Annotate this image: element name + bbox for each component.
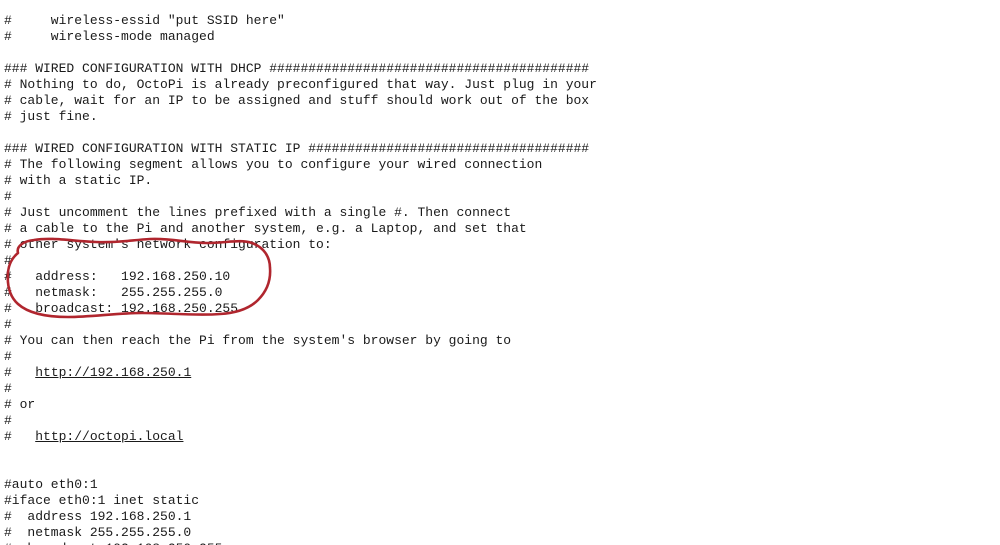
code-line: ### WIRED CONFIGURATION WITH DHCP ######… (4, 61, 590, 76)
code-line: # Nothing to do, OctoPi is already preco… (4, 77, 597, 92)
code-line: # other system's network configuration t… (4, 237, 332, 252)
code-line: # You can then reach the Pi from the sys… (4, 333, 512, 348)
code-line: # (4, 381, 12, 396)
code-line: # (4, 317, 12, 332)
code-line: # Just uncomment the lines prefixed with… (4, 205, 512, 220)
code-line: # (4, 253, 12, 268)
code-line: # broadcast 192.168.250.255 (0, 541, 1000, 545)
code-line: # http://192.168.250.1 (4, 365, 192, 380)
code-line: # (4, 413, 12, 428)
code-line: # just fine. (4, 109, 98, 124)
code-line: # address 192.168.250.1 (4, 509, 192, 524)
code-line: # broadcast: 192.168.250.255 (4, 301, 239, 316)
code-line: # a cable to the Pi and another system, … (4, 221, 527, 236)
code-line: ### WIRED CONFIGURATION WITH STATIC IP #… (4, 141, 590, 156)
code-line: # with a static IP. (4, 173, 153, 188)
code-line: # http://octopi.local (4, 429, 184, 444)
config-url-link[interactable]: http://octopi.local (35, 429, 183, 444)
code-line: # netmask: 255.255.255.0 (4, 285, 223, 300)
config-url-link[interactable]: http://192.168.250.1 (35, 365, 191, 380)
code-line: # wireless-mode managed (4, 29, 215, 44)
config-file-text[interactable]: # wireless-essid "put SSID here" # wirele… (0, 13, 1000, 545)
code-line: # netmask 255.255.255.0 (4, 525, 192, 540)
code-line: # (4, 189, 12, 204)
code-line: #iface eth0:1 inet static (4, 493, 200, 508)
code-line: # cable, wait for an IP to be assigned a… (4, 93, 590, 108)
code-line: # address: 192.168.250.10 (4, 269, 231, 284)
code-line: #auto eth0:1 (4, 477, 98, 492)
code-line: # The following segment allows you to co… (4, 157, 543, 172)
code-line: # or (4, 397, 36, 412)
code-line: # wireless-essid "put SSID here" (4, 13, 285, 28)
document-screen: # wireless-essid "put SSID here" # wirele… (0, 0, 1000, 545)
code-line: # (4, 349, 12, 364)
